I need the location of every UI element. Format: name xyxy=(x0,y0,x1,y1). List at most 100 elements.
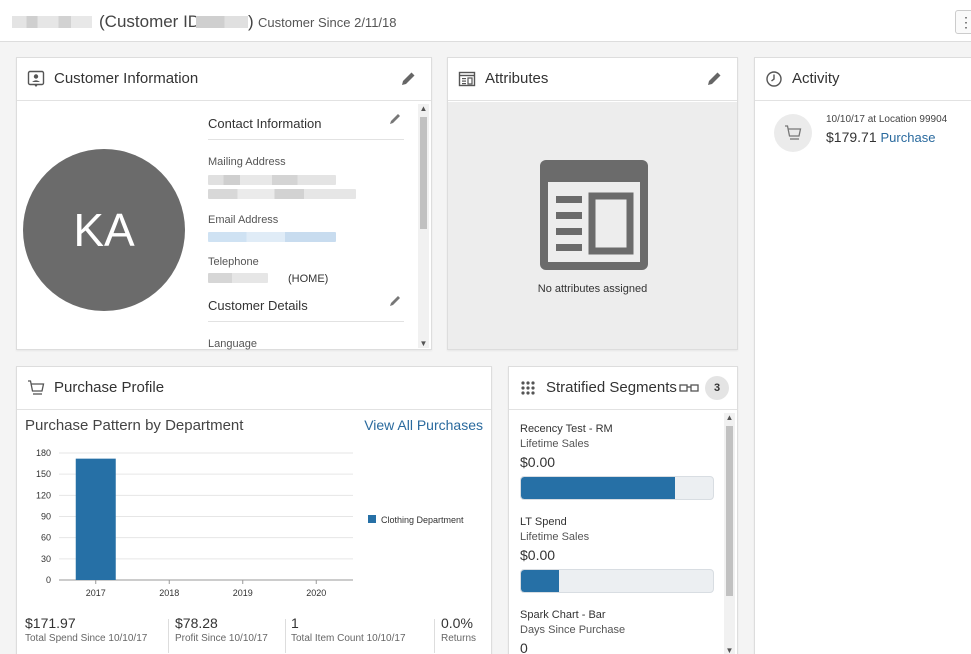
purchase-stats: $171.97 Total Spend Since 10/10/17 $78.2… xyxy=(17,615,493,654)
scrollbar-thumb[interactable] xyxy=(726,426,733,596)
card-title: Purchase Profile xyxy=(54,379,165,396)
redacted-telephone xyxy=(208,273,268,283)
card-title: Stratified Segments xyxy=(546,379,677,396)
clock-icon xyxy=(766,71,782,87)
bar xyxy=(75,458,116,580)
purchase-profile-card: Purchase Profile Purchase Pattern by Dep… xyxy=(16,366,492,654)
card-header: Customer Information xyxy=(17,58,431,101)
segments-list[interactable]: Recency Test - RM Lifetime Sales $0.00 L… xyxy=(509,411,723,654)
x-tick-label: 2018 xyxy=(159,588,179,598)
scrollbar[interactable]: ▲ ▼ xyxy=(724,413,735,654)
divider xyxy=(434,619,435,653)
stat-label: Returns xyxy=(441,633,477,644)
purchase-pattern-chart: 0 30 60 90 120 150 180 2017 2018 2019 2020 Clothing… xyxy=(36,448,464,598)
language-label: Language xyxy=(208,338,257,350)
card-header: Attributes xyxy=(448,58,737,101)
activity-date-location: 10/10/17 at Location 99904 xyxy=(826,114,948,125)
y-tick-label: 90 xyxy=(41,512,51,522)
pencil-edit-icon[interactable] xyxy=(399,70,417,88)
contact-card-icon xyxy=(27,70,45,87)
segment-metric: Lifetime Sales xyxy=(520,438,590,450)
activity-item-icon-circle xyxy=(774,114,812,152)
redacted-email-address[interactable] xyxy=(208,232,336,242)
stat-value: 0.0% xyxy=(441,615,473,631)
scroll-up-icon[interactable]: ▲ xyxy=(724,413,735,422)
divider xyxy=(208,139,404,140)
redacted-mailing-address xyxy=(208,175,336,185)
telephone-type: (HOME) xyxy=(288,273,329,285)
customer-details-title: Customer Details xyxy=(208,298,308,313)
card-title: Attributes xyxy=(485,70,549,87)
redacted-customer-name xyxy=(12,16,92,28)
card-header: Purchase Profile xyxy=(17,367,491,410)
segment-value: 0 xyxy=(520,640,528,654)
pencil-edit-icon[interactable] xyxy=(388,294,402,308)
x-tick-label: 2020 xyxy=(306,588,326,598)
y-tick-label: 0 xyxy=(46,575,51,585)
returns-stat: 0.0% Returns xyxy=(441,615,476,654)
shopping-cart-icon xyxy=(785,125,802,140)
activity-type-link[interactable]: Purchase xyxy=(881,130,936,145)
y-tick-label: 180 xyxy=(36,448,51,458)
customer-information-card: Customer Information KA Contact Informat… xyxy=(16,57,432,350)
email-address-label: Email Address xyxy=(208,214,279,226)
scroll-down-icon[interactable]: ▼ xyxy=(418,339,429,348)
scrollbar[interactable]: ▲ ▼ xyxy=(418,104,429,348)
x-tick-label: 2019 xyxy=(233,588,253,598)
y-tick-label: 60 xyxy=(41,533,51,543)
stat-label: Profit Since 10/10/17 xyxy=(175,633,268,644)
segment-name: LT Spend xyxy=(520,516,567,528)
segment-name: Recency Test - RM xyxy=(520,423,613,435)
card-header: Activity xyxy=(755,58,971,101)
activity-amount: $179.71 xyxy=(826,129,877,145)
segments-grid-icon xyxy=(521,381,535,395)
scrollbar-thumb[interactable] xyxy=(420,117,427,229)
divider xyxy=(168,619,169,653)
telephone-label: Telephone xyxy=(208,256,259,268)
segment-bar xyxy=(520,476,714,500)
card-title: Customer Information xyxy=(54,70,199,87)
segment-count-badge: 3 xyxy=(705,376,729,400)
kebab-icon[interactable]: ⋮ xyxy=(955,10,971,34)
attributes-empty-state: No attributes assigned xyxy=(448,102,737,349)
attributes-placeholder-icon xyxy=(540,160,648,270)
stat-label: Total Item Count 10/10/17 xyxy=(291,633,406,644)
card-header: Stratified Segments 3 xyxy=(509,367,737,410)
customer-id-prefix: (Customer ID xyxy=(99,12,201,31)
y-tick-label: 30 xyxy=(41,554,51,564)
total-spend-stat: $171.97 Total Spend Since 10/10/17 xyxy=(25,615,147,654)
item-count-stat: 1 Total Item Count 10/10/17 xyxy=(291,615,406,654)
redacted-mailing-address xyxy=(208,189,356,199)
legend-swatch xyxy=(368,515,376,523)
divider xyxy=(285,619,286,653)
view-all-purchases-link[interactable]: View All Purchases xyxy=(364,417,483,433)
activity-card: Activity 10/10/17 at Location 99904 $179… xyxy=(754,57,971,654)
segment-metric: Lifetime Sales xyxy=(520,531,590,543)
legend-label: Clothing Department xyxy=(381,515,464,525)
redacted-customer-id xyxy=(196,16,248,28)
stat-value: $171.97 xyxy=(25,615,76,631)
contact-details-scroll-area[interactable]: Contact Information Mailing Address Emai… xyxy=(208,102,406,351)
y-tick-label: 150 xyxy=(36,469,51,479)
mailing-address-label: Mailing Address xyxy=(208,156,286,168)
profit-stat: $78.28 Profit Since 10/10/17 xyxy=(175,615,268,654)
scroll-up-icon[interactable]: ▲ xyxy=(418,104,429,113)
purchase-pattern-title: Purchase Pattern by Department xyxy=(25,417,244,434)
activity-item[interactable]: $179.71 Purchase xyxy=(826,129,935,145)
stat-label: Total Spend Since 10/10/17 xyxy=(25,633,148,644)
shopping-cart-icon xyxy=(28,380,45,395)
no-attributes-text: No attributes assigned xyxy=(537,283,648,295)
contact-information-title: Contact Information xyxy=(208,116,322,131)
pencil-edit-icon[interactable] xyxy=(705,70,723,88)
segment-bar-fill xyxy=(521,477,675,499)
segment-bar xyxy=(520,569,714,593)
card-title: Activity xyxy=(792,70,840,87)
glasses-icon[interactable] xyxy=(679,382,699,394)
customer-since: Customer Since 2/11/18 xyxy=(258,15,397,30)
stat-value: 1 xyxy=(291,615,299,631)
segment-name: Spark Chart - Bar xyxy=(520,609,606,621)
scroll-down-icon[interactable]: ▼ xyxy=(724,646,735,654)
pencil-edit-icon[interactable] xyxy=(388,112,402,126)
attributes-icon xyxy=(458,71,476,87)
segment-value: $0.00 xyxy=(520,454,556,470)
